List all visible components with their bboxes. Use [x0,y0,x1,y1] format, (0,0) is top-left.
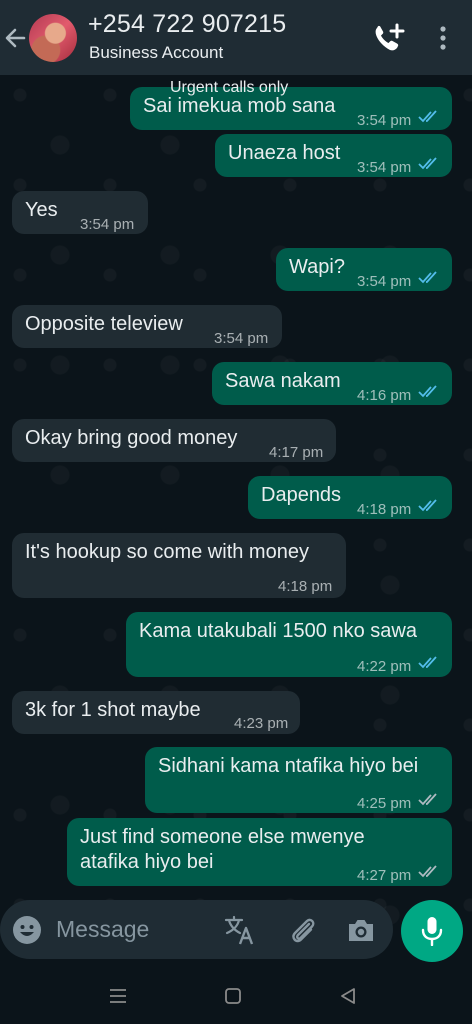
message-text: Wapi? [289,256,345,278]
read-ticks-icon [418,110,437,123]
camera-icon[interactable] [346,916,376,944]
message-text: Just find someone else mwenye [80,826,365,848]
message-bubble[interactable]: Yes 3:54 pm [12,191,148,234]
message-bubble[interactable]: Wapi? 3:54 pm [276,248,452,291]
add-call-icon[interactable] [371,22,405,54]
more-options-icon[interactable] [436,24,450,52]
back-arrow-icon[interactable] [2,24,28,52]
emoji-icon[interactable] [12,915,42,945]
message-bubble[interactable]: Dapends 4:18 pm [248,476,452,519]
message-text: 3k for 1 shot maybe [25,699,201,721]
message-text: Sawa nakam [225,370,341,392]
message-bubble[interactable]: It's hookup so come with money 4:18 pm [12,533,346,598]
message-time: 4:22 pm [357,658,412,675]
message-text: Sidhani kama ntafika hiyo bei [158,755,419,777]
message-bubble[interactable]: Okay bring good money 4:17 pm [12,419,336,462]
read-ticks-icon [418,271,437,284]
message-time: 4:18 pm [357,501,412,518]
message-text: Okay bring good money [25,427,238,449]
mic-icon [421,917,443,946]
message-time: 3:54 pm [357,273,412,290]
chat-header: +254 722 907215 Business Account [0,0,472,75]
home-icon[interactable] [224,987,242,1005]
recent-apps-icon[interactable] [108,988,128,1004]
message-time: 4:17 pm [269,444,324,461]
message-input-bar[interactable]: Message [0,900,393,959]
message-text: Sai imekua mob sana [143,95,336,117]
message-text: Kama utakubali 1500 nko sawa [139,620,417,642]
contact-subtitle[interactable]: Business Account [89,43,223,63]
attach-icon[interactable] [287,914,319,946]
message-time: 3:54 pm [357,159,412,176]
translate-icon[interactable] [224,914,256,946]
message-time: 4:18 pm [278,578,333,595]
read-ticks-icon [418,499,437,512]
message-bubble[interactable]: Kama utakubali 1500 nko sawa 4:22 pm [126,612,452,677]
message-bubble[interactable]: Sidhani kama ntafika hiyo bei 4:25 pm [145,747,452,813]
status-note: Urgent calls only [170,79,289,96]
read-ticks-icon [418,385,437,398]
message-text-line2: atafika hiyo bei [80,851,214,873]
message-time: 4:16 pm [357,387,412,404]
message-time: 3:54 pm [357,112,412,129]
message-text: It's hookup so come with money [25,541,309,563]
message-text: Opposite teleview [25,313,183,335]
mic-button[interactable] [401,900,463,962]
avatar[interactable] [29,14,77,62]
nav-back-icon[interactable] [338,986,358,1006]
read-ticks-icon [418,656,437,669]
system-navigation-bar [0,968,472,1024]
contact-name[interactable]: +254 722 907215 [88,10,286,39]
message-time: 3:54 pm [214,330,269,347]
message-bubble[interactable]: 3k for 1 shot maybe 4:23 pm [12,691,300,734]
message-bubble[interactable]: Sawa nakam 4:16 pm [212,362,452,405]
message-text: Yes [25,199,58,221]
delivered-ticks-icon [418,865,437,878]
delivered-ticks-icon [418,793,437,806]
message-bubble[interactable]: Just find someone else mwenye atafika hi… [67,818,452,886]
message-time: 3:54 pm [80,216,135,233]
message-time: 4:25 pm [357,795,412,812]
message-bubble[interactable]: Unaeza host 3:54 pm [215,134,452,177]
message-text: Dapends [261,484,342,506]
message-input[interactable]: Message [56,916,149,943]
message-time: 4:23 pm [234,715,289,732]
read-ticks-icon [418,157,437,170]
message-bubble[interactable]: Opposite teleview 3:54 pm [12,305,282,348]
message-text: Unaeza host [228,142,341,164]
message-time: 4:27 pm [357,867,412,884]
